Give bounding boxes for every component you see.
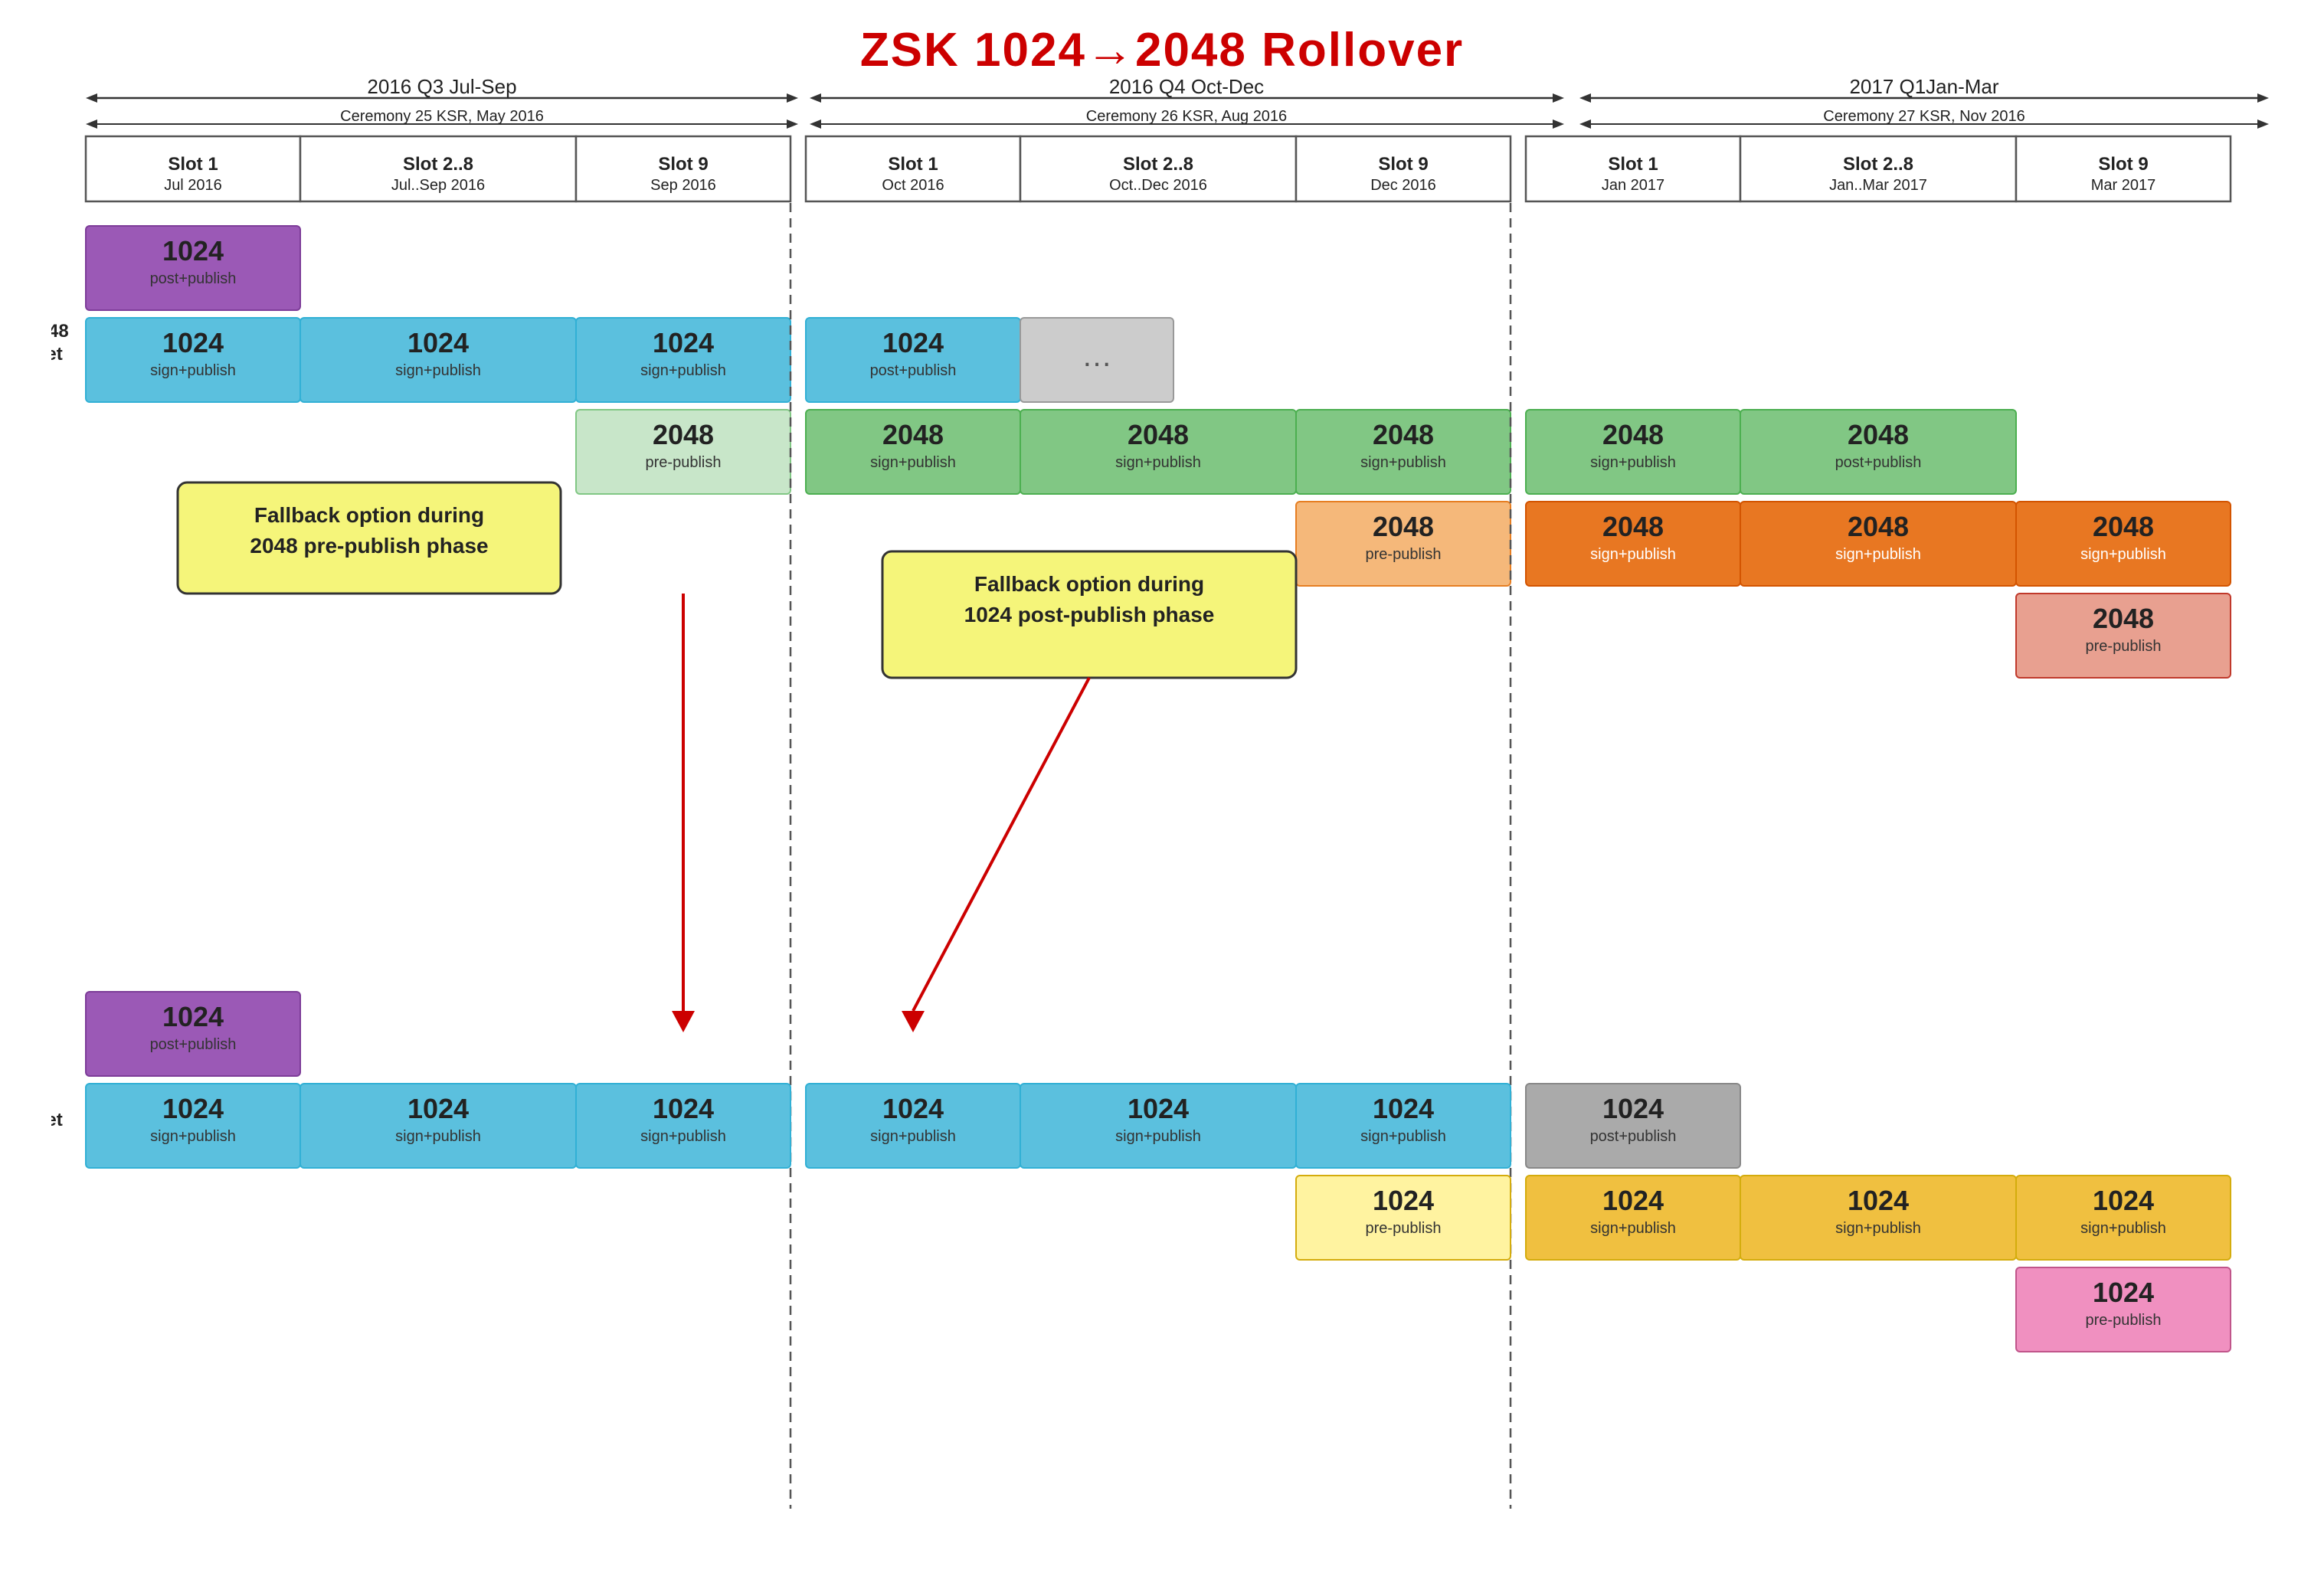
slot1-name: Slot 1 bbox=[168, 154, 218, 175]
f-1024-sign-3-action: sign+publish bbox=[640, 1128, 726, 1145]
slot3-name: Slot 9 bbox=[658, 154, 708, 175]
normal-section-label3: ZSK keyset bbox=[51, 344, 63, 365]
f-1024-pre-2: 1024 bbox=[2093, 1277, 2154, 1308]
n-2048-pre-2: 2048 bbox=[1373, 511, 1434, 542]
n-ellipsis: … bbox=[1082, 339, 1112, 373]
n-2048-sign-2: 2048 bbox=[1128, 419, 1189, 450]
n-2048-sign-5-action: sign+publish bbox=[1590, 546, 1676, 563]
f-1024-sign-1: 1024 bbox=[162, 1093, 224, 1124]
n-2048-post-1-action: post+publish bbox=[1835, 454, 1922, 471]
slot8-name: Slot 2..8 bbox=[1843, 154, 1913, 175]
slot4-name: Slot 1 bbox=[888, 154, 938, 175]
n-2048-sign-4-action: sign+publish bbox=[1590, 454, 1676, 471]
n-2048-sign-6: 2048 bbox=[1848, 511, 1909, 542]
f-1024-post-1-action: post+publish bbox=[150, 1036, 237, 1053]
f-1024-sign-8: 1024 bbox=[1848, 1185, 1909, 1216]
ceremony3-label: Ceremony 27 KSR, Nov 2016 bbox=[1823, 108, 2024, 125]
slot9-date: Mar 2017 bbox=[2091, 177, 2156, 194]
n-2048-sign-5: 2048 bbox=[1602, 511, 1664, 542]
n-2048-pre-1-action: pre-publish bbox=[646, 454, 722, 471]
slot9-name: Slot 9 bbox=[2098, 154, 2148, 175]
n-2048-sign-2-action: sign+publish bbox=[1115, 454, 1201, 471]
f-1024-sign-2-action: sign+publish bbox=[395, 1128, 481, 1145]
n-1024-sign-1-action: sign+publish bbox=[150, 362, 236, 379]
n-2048-pre-1: 2048 bbox=[653, 419, 714, 450]
slot8-date: Jan..Mar 2017 bbox=[1829, 177, 1927, 194]
slot7-date: Jan 2017 bbox=[1602, 177, 1664, 194]
slot5-name: Slot 2..8 bbox=[1123, 154, 1193, 175]
n-1024-sign-4-action: post+publish bbox=[870, 362, 957, 379]
f-1024-sign-1-action: sign+publish bbox=[150, 1128, 236, 1145]
f-1024-sign-7-action: sign+publish bbox=[1590, 1220, 1676, 1237]
slot2-name: Slot 2..8 bbox=[403, 154, 473, 175]
n-2048-sign-1: 2048 bbox=[882, 419, 944, 450]
f-1024-sign-8-action: sign+publish bbox=[1835, 1220, 1921, 1237]
normal-section-label2: 1024-to-2048 bbox=[51, 321, 69, 342]
page-title: ZSK 1024→2048 Rollover bbox=[46, 23, 2278, 77]
n-1024-sign-2: 1024 bbox=[408, 327, 469, 358]
n-2048-sign-3-action: sign+publish bbox=[1360, 454, 1446, 471]
f-1024-sign-6-action: sign+publish bbox=[1360, 1128, 1446, 1145]
fallback-box1-line2: 2048 pre-publish phase bbox=[250, 534, 488, 558]
slot1-date: Jul 2016 bbox=[164, 177, 222, 194]
slot5-date: Oct..Dec 2016 bbox=[1109, 177, 1207, 194]
n-2048-pre-3: 2048 bbox=[2093, 603, 2154, 634]
fallback-box2-line2: 1024 post-publish phase bbox=[964, 603, 1215, 626]
n-1024-post-1: 1024 bbox=[162, 235, 224, 267]
n-2048-sign-3: 2048 bbox=[1373, 419, 1434, 450]
f-1024-pre-2-action: pre-publish bbox=[2086, 1312, 2162, 1329]
f-1024-sign-2: 1024 bbox=[408, 1093, 469, 1124]
n-1024-sign-3-action: sign+publish bbox=[640, 362, 726, 379]
f-1024-sign-4: 1024 bbox=[882, 1093, 944, 1124]
n-1024-sign-3: 1024 bbox=[653, 327, 714, 358]
slot4-date: Oct 2016 bbox=[882, 177, 944, 194]
n-1024-post-1-action: post+publish bbox=[150, 270, 237, 287]
n-2048-sign-7: 2048 bbox=[2093, 511, 2154, 542]
fallback-box1-line1: Fallback option during bbox=[254, 503, 484, 527]
f-1024-sign-5: 1024 bbox=[1128, 1093, 1189, 1124]
f-1024-post-2-action: post+publish bbox=[1590, 1128, 1677, 1145]
ceremony1-label: Ceremony 25 KSR, May 2016 bbox=[340, 108, 544, 125]
n-1024-sign-2-action: sign+publish bbox=[395, 362, 481, 379]
ceremony2-label: Ceremony 26 KSR, Aug 2016 bbox=[1086, 108, 1287, 125]
quarter2-label: 2016 Q4 Oct-Dec bbox=[1109, 77, 1264, 98]
slot6-date: Dec 2016 bbox=[1370, 177, 1436, 194]
f-1024-pre-1-action: pre-publish bbox=[1366, 1220, 1442, 1237]
n-1024-sign-1: 1024 bbox=[162, 327, 224, 358]
n-2048-post-1: 2048 bbox=[1848, 419, 1909, 450]
f-1024-post-1: 1024 bbox=[162, 1001, 224, 1032]
f-1024-sign-9-action: sign+publish bbox=[2080, 1220, 2166, 1237]
slot2-date: Jul..Sep 2016 bbox=[391, 177, 485, 194]
n-2048-sign-6-action: sign+publish bbox=[1835, 546, 1921, 563]
diagram-svg: 2016 Q3 Jul-Sep 2016 Q4 Oct-Dec 2017 Q1J… bbox=[51, 77, 2273, 1516]
slot6-name: Slot 9 bbox=[1378, 154, 1428, 175]
main-container: ZSK 1024→2048 Rollover 2016 Q3 Jul-Sep 2… bbox=[0, 0, 2324, 1596]
f-1024-sign-9: 1024 bbox=[2093, 1185, 2154, 1216]
f-1024-sign-3: 1024 bbox=[653, 1093, 714, 1124]
slot7-name: Slot 1 bbox=[1608, 154, 1658, 175]
slot3-date: Sep 2016 bbox=[650, 177, 716, 194]
n-1024-sign-4: 1024 bbox=[882, 327, 944, 358]
fallback-box2-line1: Fallback option during bbox=[974, 572, 1204, 596]
f-1024-sign-6: 1024 bbox=[1373, 1093, 1434, 1124]
f-1024-sign-7: 1024 bbox=[1602, 1185, 1664, 1216]
n-2048-sign-4: 2048 bbox=[1602, 419, 1664, 450]
quarter1-label: 2016 Q3 Jul-Sep bbox=[367, 77, 516, 98]
n-2048-pre-3-action: pre-publish bbox=[2086, 638, 2162, 655]
f-1024-sign-4-action: sign+publish bbox=[870, 1128, 956, 1145]
f-1024-post-2: 1024 bbox=[1602, 1093, 1664, 1124]
f-1024-sign-5-action: sign+publish bbox=[1115, 1128, 1201, 1145]
n-2048-pre-2-action: pre-publish bbox=[1366, 546, 1442, 563]
n-2048-sign-1-action: sign+publish bbox=[870, 454, 956, 471]
f-1024-pre-1: 1024 bbox=[1373, 1185, 1434, 1216]
n-2048-sign-7-action: sign+publish bbox=[2080, 546, 2166, 563]
quarter3-label: 2017 Q1Jan-Mar bbox=[1849, 77, 1998, 98]
fallback-section-label3: ZSK keyset bbox=[51, 1110, 63, 1130]
